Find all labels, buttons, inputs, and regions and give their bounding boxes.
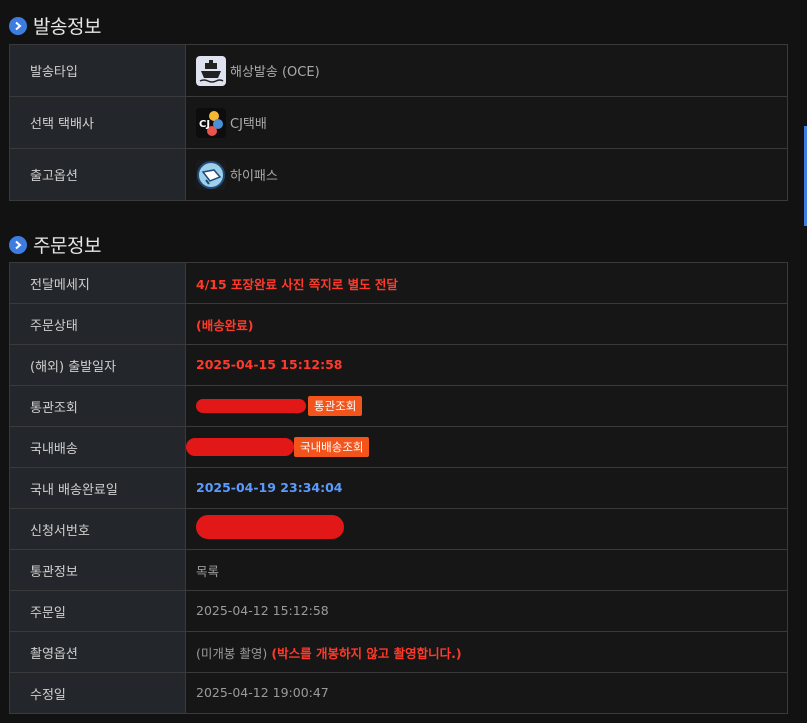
table-row: 신청서번호 [9,508,788,550]
row-label: 수정일 [9,672,186,714]
row-label: 선택 택배사 [9,96,186,149]
table-row: 국내 배송완료일 2025-04-19 23:34:04 [9,467,788,509]
row-label: (해외) 출발일자 [9,344,186,386]
row-value: (미개봉 촬영) (박스를 개봉하지 않고 촬영합니다.) [185,631,788,673]
row-label: 신청서번호 [9,508,186,550]
table-row: 수정일 2025-04-12 19:00:47 [9,672,788,714]
row-value: (배송완료) [185,303,788,345]
row-value: CJ CJ택배 [185,96,788,149]
table-row: 선택 택배사 CJ CJ택배 [9,96,788,149]
row-value: 2025-04-12 19:00:47 [185,672,788,714]
table-row: 통관정보 목록 [9,549,788,591]
row-label: 통관조회 [9,385,186,427]
redacted-application-number [196,515,344,539]
release-option-value: 하이패스 [230,169,278,184]
shipping-type-value: 해상발송 (OCE) [230,65,320,80]
row-label: 전달메세지 [9,262,186,304]
delivery-message-value: 4/15 포장완료 사진 쪽지로 별도 전달 [196,276,398,292]
row-value [185,508,788,550]
modified-date-value: 2025-04-12 19:00:47 [196,685,329,700]
row-value: 2025-04-15 15:12:58 [185,344,788,386]
section-title-text: 주문정보 [33,235,101,257]
domestic-complete-date-value: 2025-04-19 23:34:04 [196,480,343,495]
customs-lookup-button[interactable]: 통관조회 [308,396,363,416]
table-row: 주문일 2025-04-12 15:12:58 [9,590,788,632]
cj-logo-icon: CJ [196,107,226,138]
shipping-info-table: 발송타입 해상발송 (OCE) 선택 택배사 CJ CJ택배 출고옵션 하이패스 [9,44,788,201]
order-status-value: (배송완료) [196,317,254,333]
table-row: 주문상태 (배송완료) [9,303,788,345]
row-label: 국내 배송완료일 [9,467,186,509]
domestic-tracking-button[interactable]: 국내배송조회 [294,437,370,457]
order-date-value: 2025-04-12 15:12:58 [196,603,329,618]
redacted-tracking-number [186,438,294,456]
photo-option-note: (박스를 개봉하지 않고 촬영합니다.) [271,645,462,661]
highpass-icon [196,159,226,190]
table-row: 출고옵션 하이패스 [9,148,788,201]
row-label: 국내배송 [9,426,186,468]
ship-icon [196,55,226,86]
row-value: 통관조회 [185,385,788,427]
table-row: 전달메세지 4/15 포장완료 사진 쪽지로 별도 전달 [9,262,788,304]
chevron-right-icon [9,16,27,35]
svg-text:CJ: CJ [199,119,210,130]
row-label: 촬영옵션 [9,631,186,673]
table-row: 통관조회 통관조회 [9,385,788,427]
table-row: 촬영옵션 (미개봉 촬영) (박스를 개봉하지 않고 촬영합니다.) [9,631,788,673]
photo-option-value: (미개봉 촬영) [196,645,268,661]
row-label: 주문일 [9,590,186,632]
courier-value: CJ택배 [230,117,267,132]
row-label: 출고옵션 [9,148,186,201]
redacted-tracking-number [196,399,306,413]
order-info-table: 전달메세지 4/15 포장완료 사진 쪽지로 별도 전달 주문상태 (배송완료)… [9,262,788,714]
chevron-right-icon [9,235,27,254]
row-label: 주문상태 [9,303,186,345]
departure-date-value: 2025-04-15 15:12:58 [196,357,343,372]
row-value: 목록 [185,549,788,591]
table-row: 국내배송 국내배송조회 [9,426,788,468]
row-value: 4/15 포장완료 사진 쪽지로 별도 전달 [185,262,788,304]
table-row: 발송타입 해상발송 (OCE) [9,44,788,97]
shipping-section-title: 발송정보 [9,12,101,39]
row-label: 발송타입 [9,44,186,97]
section-title-text: 발송정보 [33,16,101,38]
row-value: 국내배송조회 [185,426,788,468]
row-value: 해상발송 (OCE) [185,44,788,97]
row-value: 2025-04-19 23:34:04 [185,467,788,509]
row-value: 하이패스 [185,148,788,201]
row-label: 통관정보 [9,549,186,591]
row-value: 2025-04-12 15:12:58 [185,590,788,632]
customs-info-value: 목록 [196,563,220,579]
order-section-title: 주문정보 [9,231,101,258]
table-row: (해외) 출발일자 2025-04-15 15:12:58 [9,344,788,386]
